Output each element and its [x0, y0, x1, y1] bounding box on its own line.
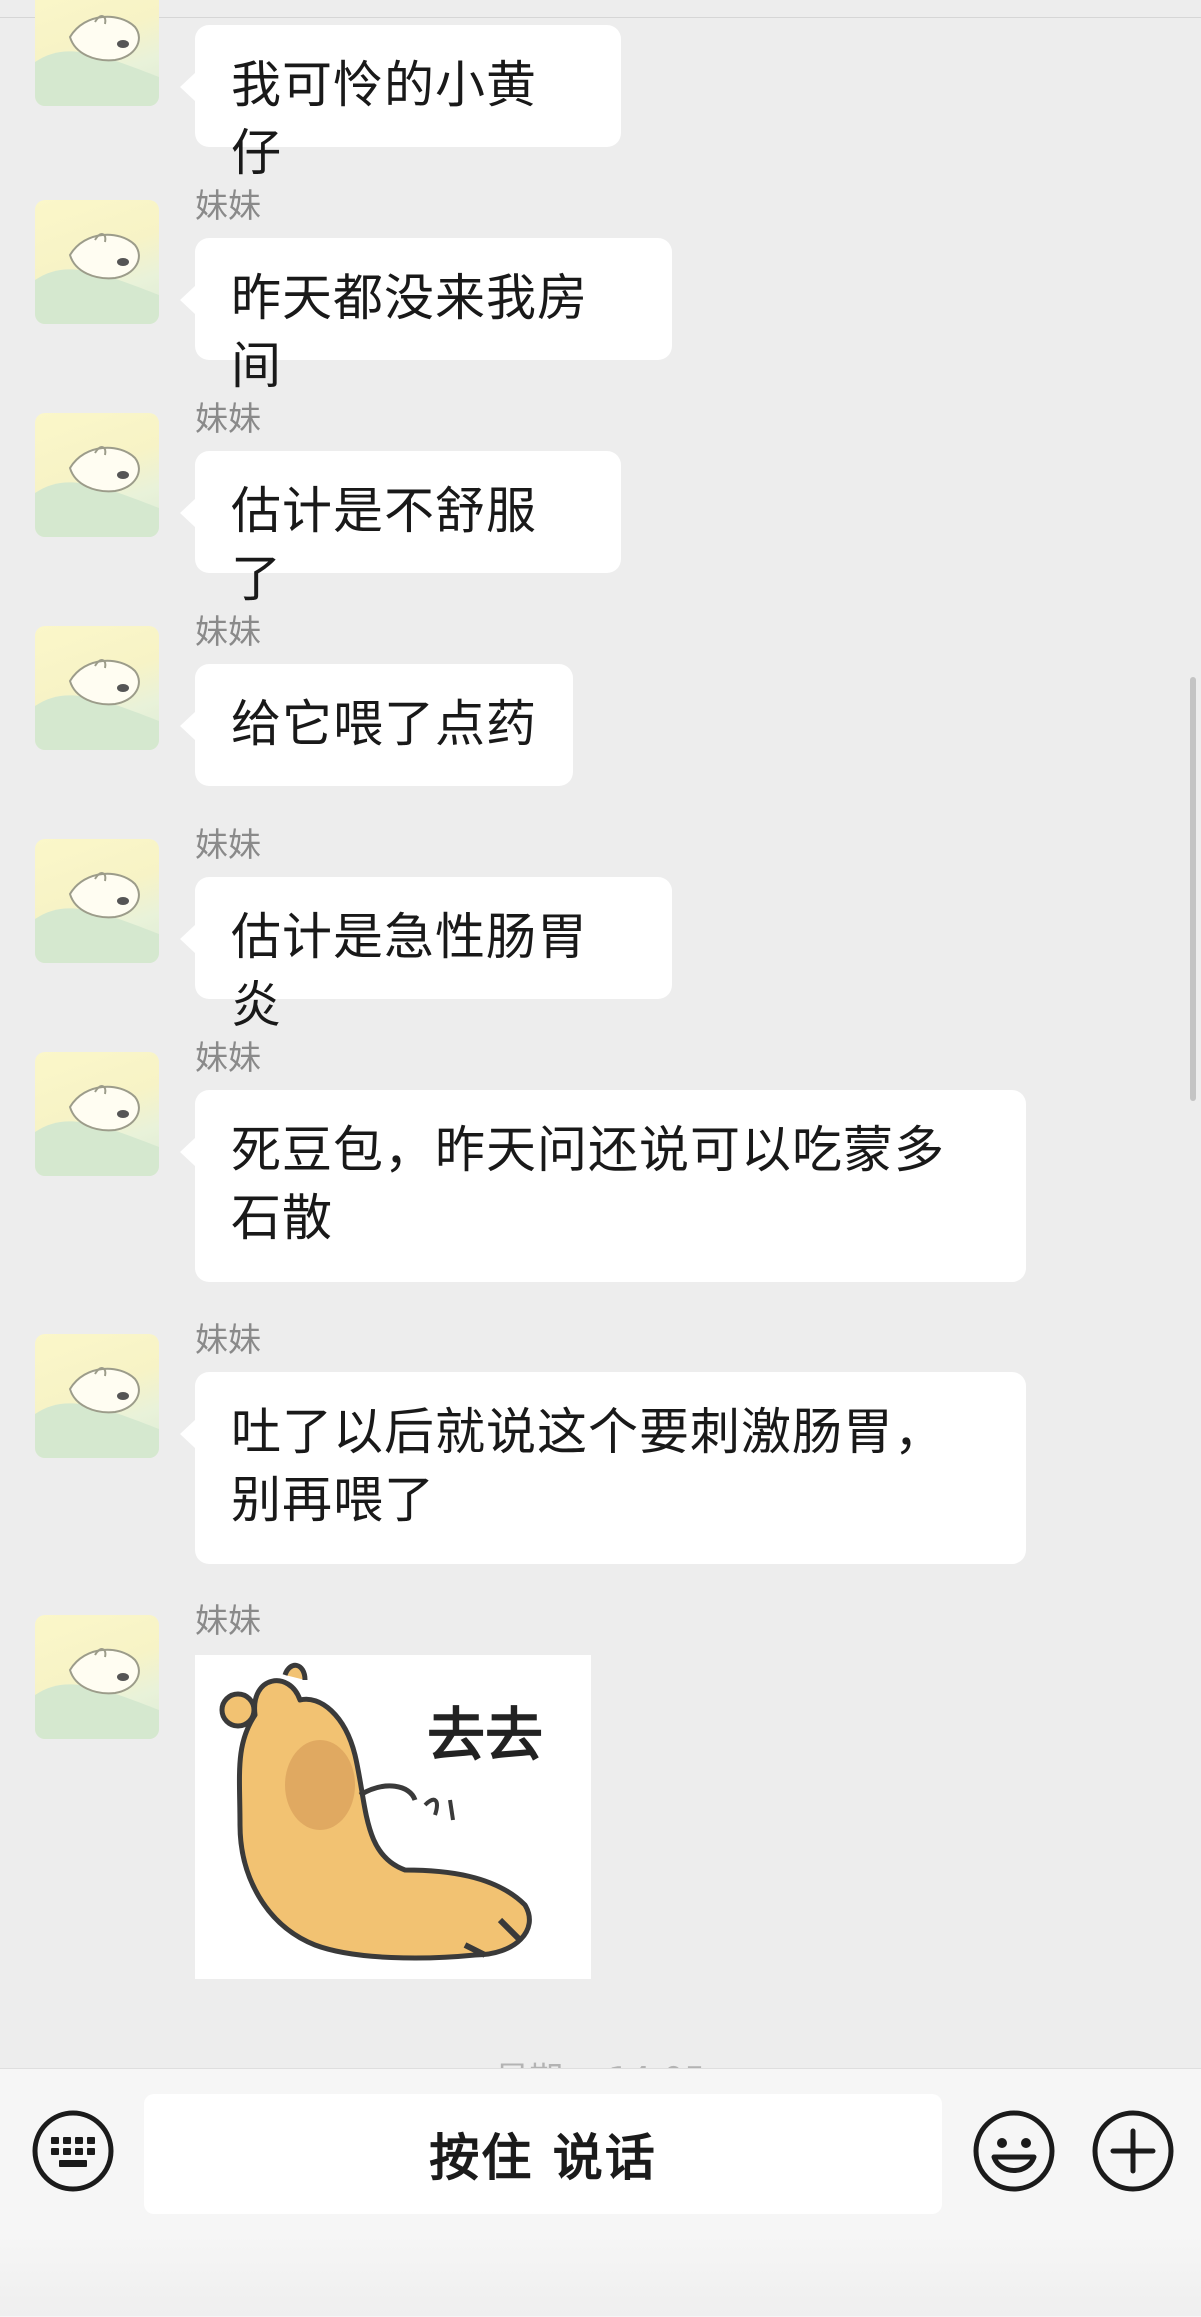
emoji-icon: [973, 2110, 1055, 2192]
message-bubble[interactable]: 估计是不舒服了: [180, 451, 621, 608]
avatar[interactable]: [35, 413, 159, 537]
dog-avatar-icon: [35, 1367, 159, 1458]
emoji-button[interactable]: [972, 2109, 1056, 2193]
sticker-caption: 去去: [427, 1701, 543, 1769]
scrollbar[interactable]: [1190, 677, 1196, 1101]
dog-avatar-icon: [35, 446, 159, 537]
chat-scroll-area[interactable]: 我可怜的小黄仔 妹妹 昨天都没来我房间 妹妹 估计是不舒服了 妹妹 给它喂了点药…: [0, 0, 1201, 2068]
sender-name: 妹妹: [195, 1038, 261, 1077]
avatar[interactable]: [35, 626, 159, 750]
message-bubble[interactable]: 吐了以后就说这个要刺激肠胃，别再喂了: [180, 1372, 1026, 1564]
avatar[interactable]: [35, 0, 159, 106]
hold-to-talk-label: 按住 说话: [429, 2129, 657, 2187]
capybara-sticker-icon: 去去: [219, 1663, 543, 1961]
dog-avatar-icon: [35, 872, 159, 963]
sticker-image[interactable]: 去去: [195, 1655, 591, 1979]
message-text: 死豆包，昨天问还说可以吃蒙多石散: [231, 1121, 945, 1247]
more-button[interactable]: [1091, 2109, 1175, 2193]
sender-name: 妹妹: [195, 612, 261, 651]
sender-name: 妹妹: [195, 1320, 261, 1359]
dog-avatar-icon: [35, 233, 159, 324]
keyboard-icon: [32, 2110, 114, 2192]
dog-avatar-icon: [35, 659, 159, 750]
sender-name: 妹妹: [195, 399, 261, 438]
message-text: 估计是急性肠胃炎: [231, 908, 588, 1034]
home-indicator-area: [0, 2232, 1201, 2316]
keyboard-button[interactable]: [31, 2109, 115, 2193]
message-bubble[interactable]: 我可怜的小黄仔: [180, 25, 621, 182]
dog-avatar-icon: [35, 15, 159, 106]
dog-avatar-icon: [35, 1648, 159, 1739]
avatar[interactable]: [35, 1334, 159, 1458]
message-bubble[interactable]: 死豆包，昨天问还说可以吃蒙多石散: [180, 1090, 1026, 1282]
message-text: 估计是不舒服了: [231, 482, 537, 608]
avatar[interactable]: [35, 1615, 159, 1739]
message-bubble[interactable]: 估计是急性肠胃炎: [180, 877, 672, 1034]
sender-name: 妹妹: [195, 825, 261, 864]
message-text: 给它喂了点药: [231, 695, 537, 753]
message-text: 昨天都没来我房间: [231, 269, 588, 395]
message-bubble[interactable]: 昨天都没来我房间: [180, 238, 672, 395]
time-hint: 星期一 14:05: [0, 2052, 1201, 2068]
sender-name: 妹妹: [195, 1601, 261, 1640]
message-text: 吐了以后就说这个要刺激肠胃，别再喂了: [231, 1403, 945, 1529]
avatar[interactable]: [35, 1052, 159, 1176]
plus-icon: [1092, 2110, 1174, 2192]
avatar[interactable]: [35, 200, 159, 324]
dog-avatar-icon: [35, 1085, 159, 1176]
hold-to-talk-button[interactable]: 按住 说话: [144, 2094, 942, 2214]
avatar[interactable]: [35, 839, 159, 963]
sender-name: 妹妹: [195, 186, 261, 225]
message-bubble[interactable]: 给它喂了点药: [180, 664, 573, 786]
message-text: 我可怜的小黄仔: [231, 56, 537, 182]
